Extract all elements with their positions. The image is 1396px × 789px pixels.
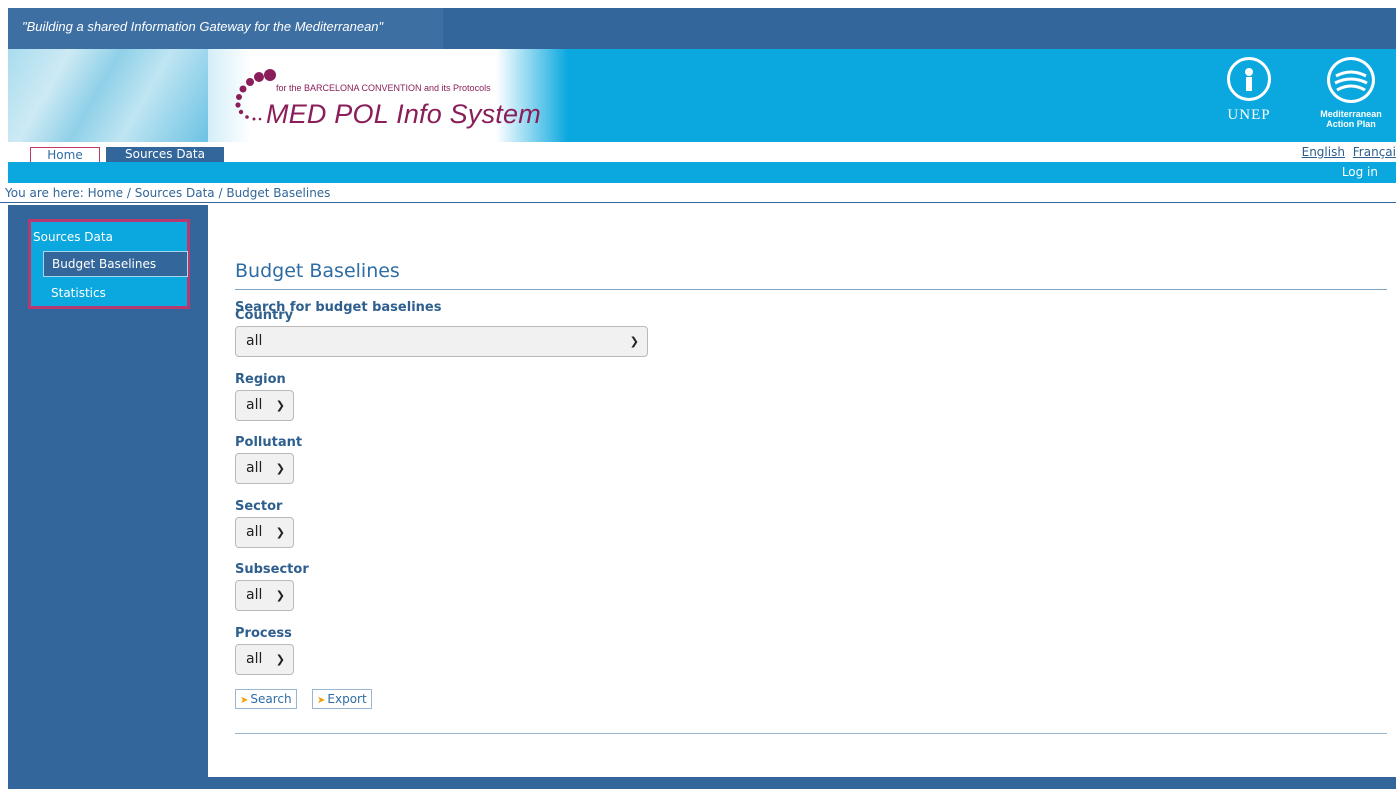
page-title: Budget Baselines <box>235 260 1387 290</box>
map-logo: Mediterranean Action Plan <box>1306 57 1396 137</box>
sidebar-item-statistics[interactable]: Statistics <box>51 286 106 300</box>
logo-title: MED POL Info System <box>266 99 541 129</box>
sidebar: Sources Data Budget Baselines Statistics <box>8 205 208 777</box>
main-content: Budget Baselines Search for budget basel… <box>208 205 1396 777</box>
chevron-down-icon: ❯ <box>629 335 639 348</box>
map-label-line1: Mediterranean <box>1320 109 1382 119</box>
lang-english-link[interactable]: English <box>1302 145 1345 159</box>
tagline: "Building a shared Information Gateway f… <box>8 8 443 49</box>
map-label: Mediterranean Action Plan <box>1306 109 1396 129</box>
arrow-right-icon: ➤ <box>317 695 326 706</box>
sidebar-menu: Sources Data Budget Baselines Statistics <box>28 219 190 309</box>
content-divider <box>235 733 1387 734</box>
sector-label: Sector <box>235 499 283 514</box>
tabs-row: Home Sources Data English Françai <box>8 142 1396 162</box>
process-select[interactable]: all ❯ <box>235 644 294 675</box>
login-link[interactable]: Log in <box>1342 165 1378 179</box>
region-select-value: all <box>246 397 263 413</box>
chevron-down-icon: ❯ <box>275 399 285 412</box>
chevron-down-icon: ❯ <box>275 653 285 666</box>
sidebar-title[interactable]: Sources Data <box>33 230 113 244</box>
arrow-right-icon: ➤ <box>240 695 249 706</box>
pollutant-select-value: all <box>246 460 263 476</box>
header-banner: for the BARCELONA CONVENTION and its Pro… <box>8 49 1396 142</box>
chevron-down-icon: ❯ <box>275 526 285 539</box>
unep-label: UNEP <box>1227 107 1271 123</box>
map-label-line2: Action Plan <box>1326 119 1376 129</box>
map-emblem-icon <box>1327 57 1375 103</box>
subsector-select[interactable]: all ❯ <box>235 580 294 611</box>
country-select[interactable]: all ❯ <box>235 326 648 357</box>
footer-bar <box>8 777 1396 789</box>
search-button-label: Search <box>250 692 292 706</box>
region-select[interactable]: all ❯ <box>235 390 294 421</box>
process-select-value: all <box>246 651 263 667</box>
banner-texture <box>8 49 208 142</box>
chevron-down-icon: ❯ <box>275 462 285 475</box>
tagline-bar: "Building a shared Information Gateway f… <box>8 8 1396 49</box>
pollutant-label: Pollutant <box>235 435 303 450</box>
search-button[interactable]: ➤ Search <box>235 689 297 709</box>
sidebar-item-budget-baselines[interactable]: Budget Baselines <box>43 251 188 277</box>
pollutant-select[interactable]: all ❯ <box>235 453 294 484</box>
unep-logo: UNEP <box>1222 57 1276 137</box>
subsector-label: Subsector <box>235 562 309 577</box>
export-button-label: Export <box>327 692 367 706</box>
sector-select[interactable]: all ❯ <box>235 517 294 548</box>
export-button[interactable]: ➤ Export <box>312 689 372 709</box>
breadcrumb: You are here: Home / Sources Data / Budg… <box>0 186 1396 203</box>
country-label: Country <box>235 308 294 323</box>
region-label: Region <box>235 372 286 387</box>
personal-bar: Log in <box>8 162 1396 183</box>
tab-home[interactable]: Home <box>30 147 100 162</box>
unep-emblem-icon <box>1227 57 1271 101</box>
language-switcher: English Françai <box>1298 145 1396 159</box>
subsector-select-value: all <box>246 587 263 603</box>
logo-subtitle: for the BARCELONA CONVENTION and its Pro… <box>276 83 491 93</box>
page-edge <box>0 0 8 789</box>
sector-select-value: all <box>246 524 263 540</box>
country-select-value: all <box>246 333 263 349</box>
process-label: Process <box>235 626 292 641</box>
tab-sources-data[interactable]: Sources Data <box>106 147 224 162</box>
chevron-down-icon: ❯ <box>275 589 285 602</box>
lang-french-link[interactable]: Françai <box>1353 145 1396 159</box>
